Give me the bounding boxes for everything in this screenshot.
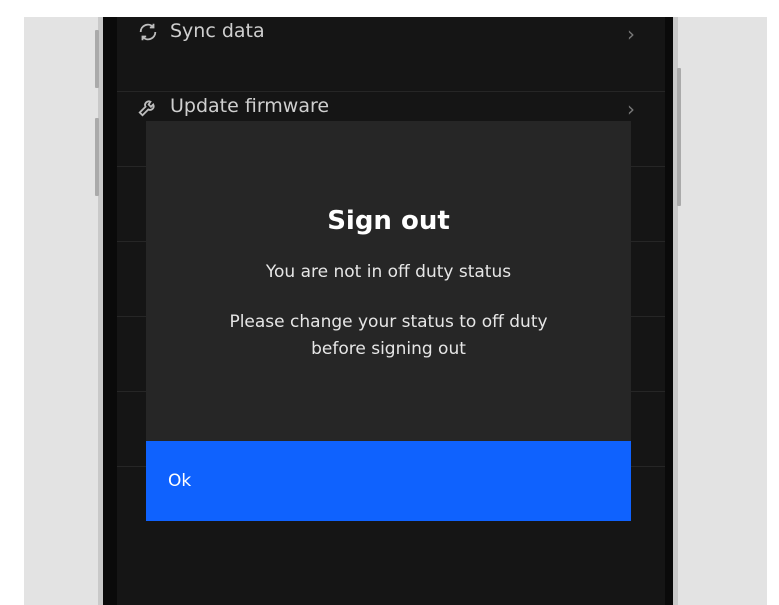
dialog-title: Sign out bbox=[327, 206, 450, 236]
sign-out-dialog: Sign out You are not in off duty status … bbox=[146, 121, 631, 521]
settings-item-label: Sync data bbox=[170, 20, 265, 42]
wrench-icon bbox=[138, 100, 155, 117]
ok-button-label: Ok bbox=[168, 471, 192, 491]
sync-icon bbox=[139, 23, 157, 41]
dialog-message-secondary: Please change your status to off duty be… bbox=[229, 312, 548, 359]
settings-item-label: Update firmware bbox=[170, 95, 330, 117]
ok-button[interactable]: Ok bbox=[146, 441, 631, 521]
chevron-right-icon: › bbox=[627, 97, 635, 121]
settings-item-sync-data[interactable]: Sync data › bbox=[117, 17, 665, 92]
phone-side-button bbox=[95, 118, 99, 196]
chevron-right-icon: › bbox=[627, 22, 635, 46]
phone-side-button bbox=[95, 30, 99, 88]
phone-power-button bbox=[677, 68, 681, 206]
dialog-message-primary: You are not in off duty status bbox=[265, 262, 512, 282]
